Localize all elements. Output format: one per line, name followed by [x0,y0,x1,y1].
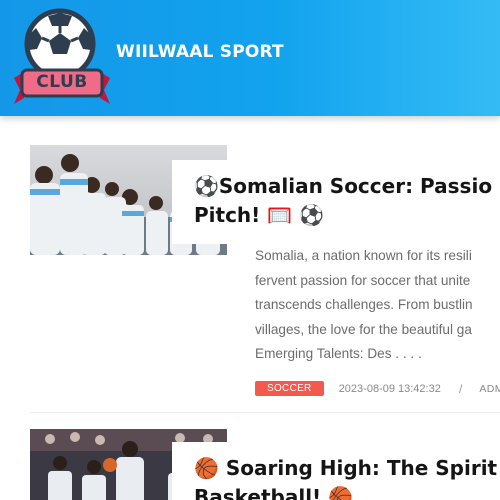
post-divider [30,412,500,413]
site-header: CLUB WIILWAAL SPORT [0,0,500,116]
post-title-card: ⚽Somalian Soccer: Passio Pitch! 🥅 ⚽ [172,160,500,244]
club-logo[interactable]: CLUB [10,6,114,106]
post-title-line-1[interactable]: ⚽Somalian Soccer: Passio [194,172,500,201]
category-tag[interactable]: SOCCER [255,381,324,396]
post-meta: SOCCER 2023-08-09 13:42:32 / ADMIN [255,378,500,396]
post-date: 2023-08-09 13:42:32 [338,382,441,395]
post-excerpt: Somalia, a nation known for its resili f… [255,248,473,362]
post-card: 🏀 Soaring High: The Spirit o Basketball!… [0,428,500,500]
post-card: ⚽Somalian Soccer: Passio Pitch! 🥅 ⚽ Soma… [0,144,500,414]
meta-separator: / [458,381,463,396]
logo-text: CLUB [36,72,88,92]
post-title-card: 🏀 Soaring High: The Spirit o Basketball!… [172,442,500,500]
post-title-line-2[interactable]: Pitch! 🥅 ⚽ [194,201,500,230]
post-title-line-1[interactable]: 🏀 Soaring High: The Spirit o [194,454,500,483]
post-title-line-2[interactable]: Basketball! 🏀 [194,483,500,500]
post-author[interactable]: ADMIN [479,383,500,395]
site-title[interactable]: WIILWAAL SPORT [116,42,284,62]
